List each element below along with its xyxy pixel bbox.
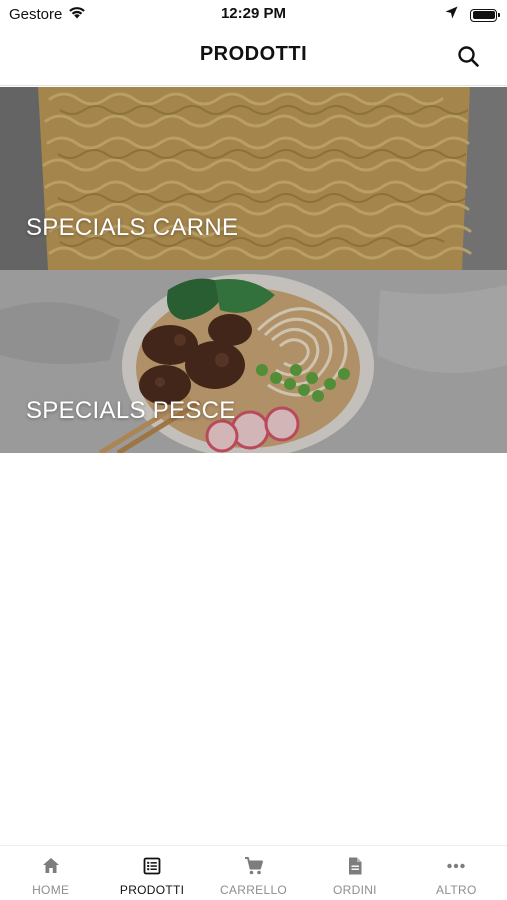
- home-icon: [42, 858, 59, 873]
- battery-level: [472, 11, 495, 19]
- tab-ordini[interactable]: ORDINI: [304, 846, 405, 900]
- category-label: SPECIALS CARNE: [26, 214, 239, 241]
- tab-prodotti[interactable]: PRODOTTI: [101, 846, 202, 900]
- tab-label: ORDINI: [333, 883, 377, 897]
- document-icon: [348, 857, 362, 875]
- noodles-image: [0, 87, 507, 270]
- page-title: PRODOTTI: [199, 43, 308, 65]
- navigation-bar: PRODOTTI: [0, 28, 507, 86]
- tab-altro[interactable]: ALTRO: [406, 846, 507, 900]
- tab-home[interactable]: HOME: [0, 846, 101, 900]
- status-bar: Gestore 12:29 PM: [0, 0, 507, 28]
- cart-icon: [244, 857, 263, 875]
- location-arrow-icon: [445, 6, 458, 24]
- tab-carrello[interactable]: CARRELLO: [203, 846, 304, 900]
- category-label: SPECIALS PESCE: [26, 397, 236, 424]
- battery-icon: [470, 8, 500, 22]
- tab-label: PRODOTTI: [119, 883, 185, 897]
- tab-label: CARRELLO: [219, 883, 288, 897]
- search-icon: [458, 46, 479, 67]
- more-icon: [447, 863, 466, 869]
- category-specials-carne[interactable]: SPECIALS CARNE: [0, 87, 507, 270]
- status-time: 12:29 PM: [220, 5, 287, 22]
- tab-bar: HOME PRODOTTI CARRELLO ORDINI ALTRO: [0, 845, 507, 900]
- ramen-bowl-image: [0, 270, 507, 453]
- category-specials-pesce[interactable]: SPECIALS PESCE: [0, 270, 507, 453]
- tab-label: HOME: [32, 883, 70, 897]
- tab-label: ALTRO: [436, 883, 477, 897]
- status-right: [445, 6, 500, 24]
- list-icon: [143, 857, 161, 875]
- search-button[interactable]: [455, 43, 483, 71]
